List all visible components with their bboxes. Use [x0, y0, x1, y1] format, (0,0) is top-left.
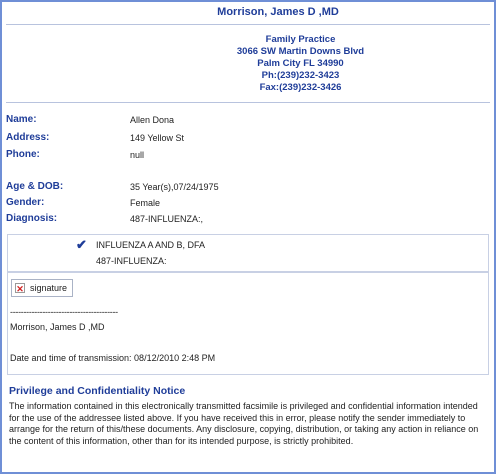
- patient-address-row: Address: 149 Yellow St: [6, 132, 486, 146]
- notice-title: Privilege and Confidentiality Notice: [9, 385, 186, 397]
- practice-phone: Ph:(239)232-3423: [261, 70, 340, 81]
- name-label: Name:: [6, 114, 37, 125]
- patient-gender-row: Gender: Female: [6, 197, 486, 211]
- diagnosis-value: 487-INFLUENZA:,: [130, 214, 204, 224]
- transmission-timestamp: Date and time of transmission: 08/12/201…: [10, 353, 216, 363]
- order-box: ✔ INFLUENZA A AND B, DFA 487-INFLUENZA:: [7, 234, 489, 272]
- notice-body: The information contained in this electr…: [9, 401, 479, 446]
- broken-image-icon: ✕: [15, 283, 25, 294]
- practice-name: Family Practice: [265, 34, 336, 45]
- doctor-name: Morrison, James D ,MD: [217, 6, 339, 18]
- signature-image: ✕ signature: [11, 279, 73, 297]
- gender-value: Female: [130, 198, 161, 208]
- signer-name: Morrison, James D ,MD: [10, 322, 105, 332]
- order-test: INFLUENZA A AND B, DFA: [96, 240, 206, 250]
- address-value: 149 Yellow St: [130, 133, 185, 143]
- practice-fax: Fax:(239)232-3426: [259, 82, 342, 93]
- checkmark-icon: ✔: [76, 237, 87, 252]
- patient-age-row: Age & DOB: 35 Year(s),07/24/1975: [6, 181, 486, 195]
- divider: [6, 24, 490, 25]
- patient-name-row: Name: Allen Dona: [6, 114, 486, 128]
- signature-alt-text: signature: [30, 283, 68, 293]
- diagnosis-label: Diagnosis:: [6, 213, 58, 224]
- order-diagnosis: 487-INFLUENZA:: [96, 256, 167, 266]
- divider: [6, 102, 490, 103]
- patient-diagnosis-row: Diagnosis: 487-INFLUENZA:,: [6, 213, 486, 227]
- practice-street: 3066 SW Martin Downs Blvd: [236, 46, 365, 57]
- practice-address-block: Family Practice 3066 SW Martin Downs Blv…: [2, 34, 494, 94]
- phone-value: null: [130, 150, 145, 160]
- fax-document: Morrison, James D ,MD Family Practice 30…: [0, 0, 496, 474]
- name-value: Allen Dona: [130, 115, 175, 125]
- age-dob-label: Age & DOB:: [6, 181, 64, 192]
- phone-label: Phone:: [6, 149, 40, 160]
- practice-city: Palm City FL 34990: [257, 58, 344, 69]
- signature-line: ----------------------------------------: [10, 307, 118, 317]
- gender-label: Gender:: [6, 197, 45, 208]
- address-label: Address:: [6, 132, 50, 143]
- age-dob-value: 35 Year(s),07/24/1975: [130, 182, 219, 192]
- patient-phone-row: Phone: null: [6, 149, 486, 163]
